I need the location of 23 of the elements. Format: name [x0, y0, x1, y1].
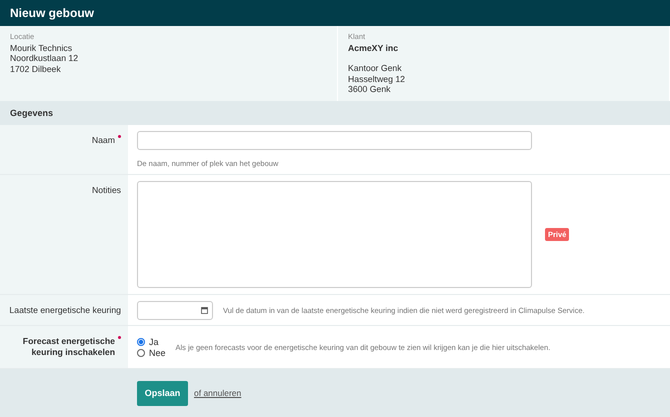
address-line: Hasseltweg 12: [348, 74, 406, 84]
save-button[interactable]: Opslaan: [137, 380, 188, 406]
page-title: Nieuw gebouw: [0, 0, 670, 26]
address-line: Noordkustlaan 12: [10, 53, 80, 64]
notes-textarea[interactable]: [137, 181, 532, 288]
address-line: 3600 Genk: [348, 84, 392, 95]
client-name: AcmeXY inc: [348, 43, 400, 54]
field-label: Forecast energetische keuring inschakelen: [22, 336, 115, 359]
field-label: Notities: [92, 185, 121, 196]
radio-label[interactable]: Ja: [149, 336, 159, 346]
cancel-link[interactable]: of annuleren: [194, 388, 242, 398]
calendar-icon: [201, 307, 208, 314]
radio-button[interactable]: [137, 338, 145, 346]
address-line: Kantoor Genk: [348, 63, 403, 74]
field-label: Naam: [92, 135, 115, 146]
section-header: Gegevens: [0, 101, 670, 125]
address-line: Mourik Technics: [10, 43, 74, 54]
name-input[interactable]: [137, 131, 532, 150]
date-input[interactable]: [137, 301, 213, 320]
address-line: 1702 Dilbeek: [10, 64, 62, 74]
radio-button[interactable]: [137, 348, 145, 356]
field-label: Laatste energetische keuring: [9, 305, 121, 316]
radio-label[interactable]: Nee: [149, 348, 166, 358]
